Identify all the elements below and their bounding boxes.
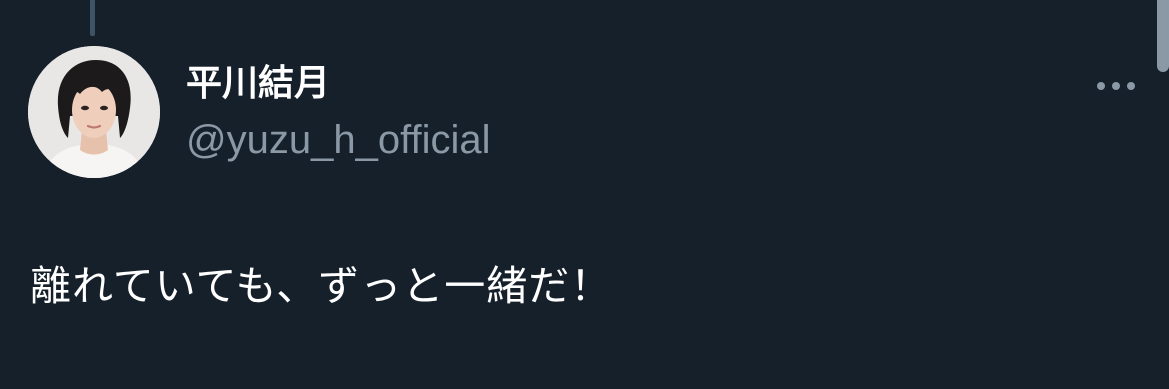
user-handle[interactable]: @yuzu_h_official [186,116,491,164]
more-horizontal-icon [1097,82,1135,90]
display-name[interactable]: 平川結月 [186,62,330,105]
avatar[interactable] [28,46,160,178]
scrollbar[interactable] [1157,0,1169,72]
tweet-text: 離れていても、ずっと一緒だ！ [30,262,613,310]
thread-connector-line [90,0,95,36]
more-options-button[interactable] [1092,74,1140,98]
profile-photo-icon [28,46,160,178]
